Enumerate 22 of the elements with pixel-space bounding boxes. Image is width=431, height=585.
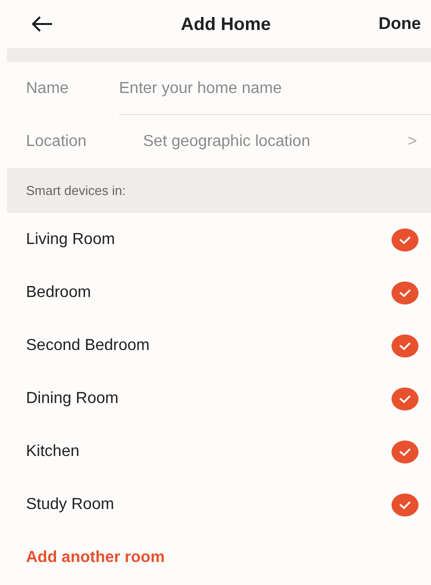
room-name: Bedroom	[26, 284, 91, 302]
done-button[interactable]: Done	[378, 14, 421, 34]
back-button[interactable]	[29, 14, 55, 34]
checkbox[interactable]	[391, 334, 419, 358]
checkbox[interactable]	[391, 228, 419, 252]
room-name: Study Room	[26, 496, 114, 514]
room-name: Second Bedroom	[26, 336, 150, 354]
room-name: Living Room	[26, 230, 115, 248]
checkbox[interactable]	[391, 440, 419, 464]
field-label: Location	[26, 132, 88, 150]
room-name: Kitchen	[26, 442, 80, 460]
name-field[interactable]: Enter your home name	[119, 78, 379, 100]
checkbox[interactable]	[391, 492, 419, 516]
chevron-icon: >	[408, 132, 417, 150]
add-room-link[interactable]: Add another room	[26, 548, 165, 566]
section-title: Smart devices in:	[26, 183, 126, 198]
checkbox[interactable]	[391, 386, 419, 410]
field-label: Name	[26, 80, 70, 98]
checkbox[interactable]	[391, 280, 419, 304]
page-title: Add Home	[180, 14, 271, 34]
room-name: Dining Room	[26, 390, 118, 408]
location-selector[interactable]: Set geographic location	[143, 132, 408, 150]
